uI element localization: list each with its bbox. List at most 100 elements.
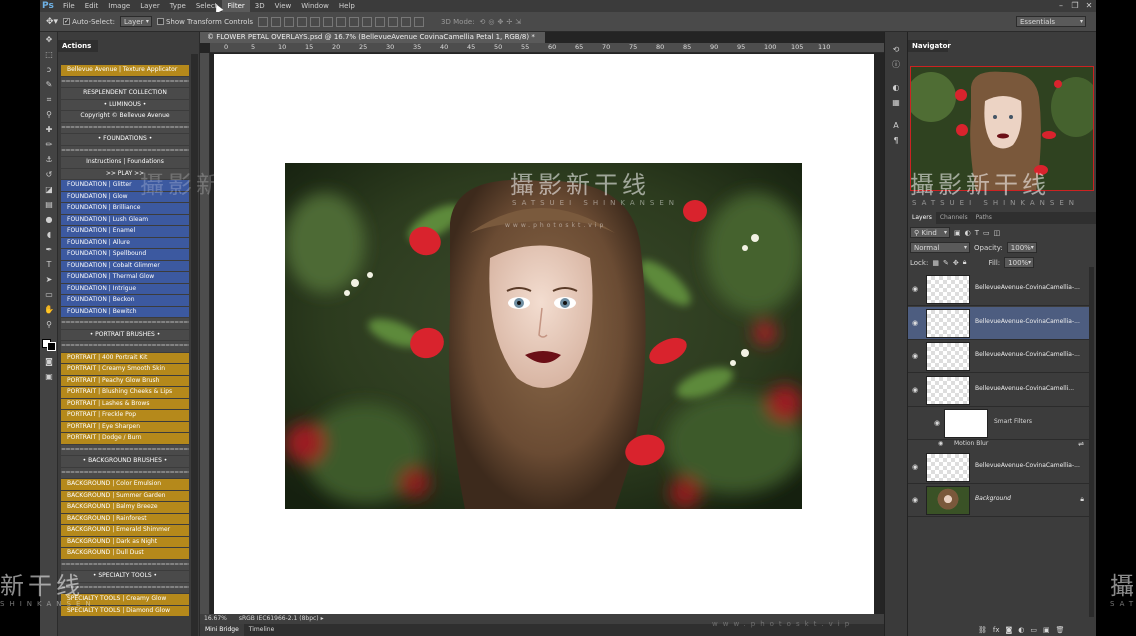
add-mask-icon[interactable]: ◙ [1006,626,1013,634]
3d-slide-icon[interactable]: ✢ [506,18,512,26]
filter-pixel-icon[interactable]: ▣ [954,229,961,237]
distribute-right-icon[interactable] [401,16,412,27]
lock-all-icon[interactable]: 🔒︎ [963,258,967,267]
link-layers-icon[interactable]: ⛓︎ [978,626,987,634]
action-item[interactable]: PORTRAIT | Dodge / Burn [61,433,189,444]
action-item[interactable]: BACKGROUND | Dark as Night [61,536,189,547]
visibility-eye-icon[interactable]: ◉ [912,319,918,327]
action-item[interactable]: FOUNDATION | Thermal Glow [61,272,189,283]
align-vcenter-icon[interactable] [271,16,282,27]
action-item[interactable]: FOUNDATION | Cobalt Glimmer [61,260,189,271]
layer-filter-kind[interactable]: ⚲ Kind [910,227,950,238]
align-top-icon[interactable] [258,16,269,27]
type-tool-icon[interactable]: T [40,257,58,272]
menu-edit[interactable]: Edit [80,0,104,12]
tab-paths[interactable]: Paths [972,212,996,224]
action-item[interactable]: ============================= [61,582,189,593]
menu-filter[interactable]: Filter [222,0,250,12]
smart-filters-visibility-icon[interactable]: ◉ [934,419,940,427]
action-item[interactable]: PORTRAIT | Freckle Pop [61,410,189,421]
zoom-tool-icon[interactable]: ⚲ [40,317,58,332]
action-item[interactable]: PORTRAIT | Eye Sharpen [61,421,189,432]
action-item[interactable]: PORTRAIT | Lashes & Brows [61,398,189,409]
actions-scrollbar[interactable] [191,54,198,636]
action-item[interactable]: PORTRAIT | Blushing Cheeks & Lips [61,387,189,398]
crop-tool-icon[interactable]: ⌗ [40,92,58,107]
action-item[interactable]: ============================= [61,122,189,133]
marquee-tool-icon[interactable]: ⬚ [40,47,58,62]
auto-align-icon[interactable] [414,16,425,27]
action-item[interactable]: Copyright © Bellevue Avenue [61,111,189,122]
filter-type-icon[interactable]: T [975,229,979,237]
action-item[interactable]: ============================= [61,341,189,352]
eyedropper-tool-icon[interactable]: ⚲ [40,107,58,122]
auto-select-dropdown[interactable]: Layer [119,16,152,27]
action-item[interactable]: • FOUNDATIONS • [61,134,189,145]
action-item[interactable]: RESPLENDENT COLLECTION [61,88,189,99]
background-layer-row[interactable]: ◉ Background 🔒︎ [908,484,1090,517]
lock-transparent-icon[interactable]: ▦ [932,259,939,267]
smart-filter-mask-thumbnail[interactable] [944,409,988,438]
tab-layers[interactable]: Layers [908,212,936,224]
history-brush-tool-icon[interactable]: ↺ [40,167,58,182]
canvas[interactable] [214,54,874,619]
brush-tool-icon[interactable]: ✏ [40,137,58,152]
pen-tool-icon[interactable]: ✒ [40,242,58,257]
3d-pan-icon[interactable]: ✥ [498,18,504,26]
new-group-icon[interactable]: ▭ [1030,626,1037,634]
fill-field[interactable]: 100% [1004,257,1035,268]
action-item[interactable]: ============================= [61,559,189,570]
lasso-tool-icon[interactable]: ↄ [40,62,58,77]
visibility-eye-icon[interactable]: ◉ [912,386,918,394]
action-item[interactable]: FOUNDATION | Enamel [61,226,189,237]
align-left-icon[interactable] [297,16,308,27]
shape-tool-icon[interactable]: ▭ [40,287,58,302]
action-item[interactable]: ============================= [61,76,189,87]
navigator-tab[interactable]: Navigator [908,40,951,52]
distribute-bottom-icon[interactable] [362,16,373,27]
adjustment-layer-icon[interactable]: ◐ [1018,626,1024,634]
action-item[interactable]: FOUNDATION | Lush Gleam [61,214,189,225]
layer-row[interactable]: ◉ BellevueAvenue-CovinaCamellia-... [908,340,1090,373]
action-item[interactable]: PORTRAIT | Creamy Smooth Skin [61,364,189,375]
action-item[interactable]: FOUNDATION | Allure [61,237,189,248]
color-swatches-icon[interactable] [40,332,58,354]
menu-image[interactable]: Image [103,0,135,12]
layers-scrollbar[interactable] [1089,267,1094,617]
action-item[interactable]: BACKGROUND | Emerald Shimmer [61,525,189,536]
delete-layer-icon[interactable]: 🗑︎ [1056,626,1065,634]
layer-row[interactable]: ◉ BellevueAvenue-CovinaCamellia-... [908,273,1090,306]
quick-select-tool-icon[interactable]: ✎ [40,77,58,92]
character-panel-icon[interactable]: A [885,118,907,133]
minimize-button[interactable]: – [1054,0,1068,12]
visibility-eye-icon[interactable]: ◉ [912,352,918,360]
action-item[interactable]: SPECIALTY TOOLS | Creamy Glow [61,594,189,605]
layer-row[interactable]: ◉ BellevueAvenue-CovinaCamellia-... [908,306,1090,340]
motion-blur-visibility-icon[interactable]: ◉ [938,440,943,447]
action-item[interactable]: FOUNDATION | Intrigue [61,283,189,294]
action-item[interactable]: FOUNDATION | Brilliance [61,203,189,214]
action-item[interactable]: PORTRAIT | Peachy Glow Brush [61,375,189,386]
filter-smart-icon[interactable]: ◫ [994,229,1001,237]
maximize-button[interactable]: ❐ [1068,0,1082,12]
visibility-eye-icon[interactable]: ◉ [912,463,918,471]
filter-options-icon[interactable]: ⇌ [1078,440,1084,448]
quick-mask-icon[interactable]: ◙ [40,354,58,369]
screen-mode-icon[interactable]: ▣ [40,369,58,384]
align-hcenter-icon[interactable] [310,16,321,27]
history-panel-icon[interactable]: ⟲ [885,42,907,57]
action-item[interactable]: >> PLAY >> [61,168,189,179]
filter-adjust-icon[interactable]: ◐ [965,229,971,237]
action-item[interactable]: • PORTRAIT BRUSHES • [61,329,189,340]
menu-layer[interactable]: Layer [135,0,165,12]
navigator-thumbnail[interactable] [910,66,1094,191]
action-item[interactable]: FOUNDATION | Spellbound [61,249,189,260]
show-transform-checkbox[interactable] [156,18,164,25]
action-item[interactable]: ============================= [61,444,189,455]
lock-position-icon[interactable]: ✥ [953,259,959,267]
distribute-hcenter-icon[interactable] [388,16,399,27]
new-layer-icon[interactable]: ▣ [1043,626,1050,634]
3d-rotate-icon[interactable]: ⟲ [480,18,486,26]
filter-shape-icon[interactable]: ▭ [983,229,990,237]
workspace-dropdown[interactable]: Essentials [1016,16,1086,27]
